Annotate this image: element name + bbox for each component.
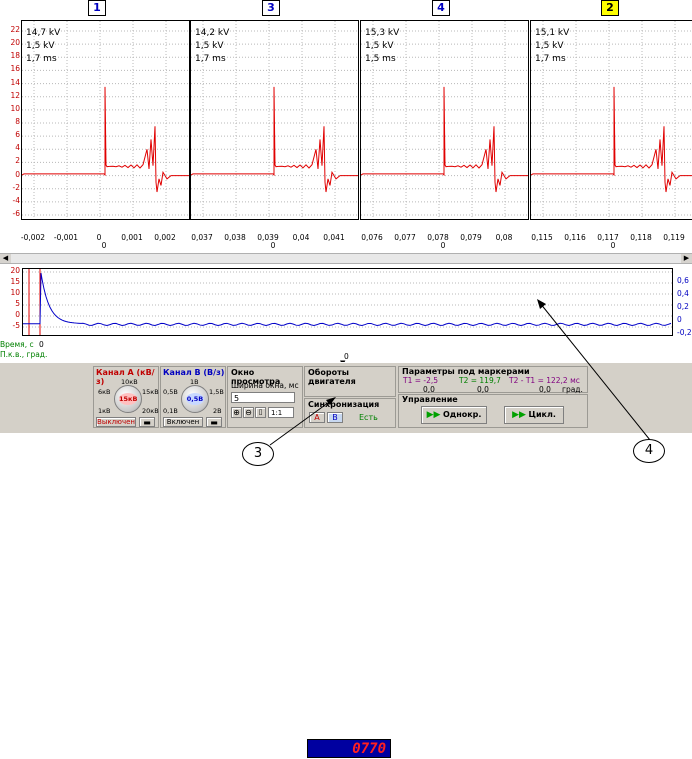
engine-rpm-display: 0770 (307, 739, 391, 758)
x-tick-label: 0,038 (224, 233, 246, 242)
x-zero-label: 0 (440, 241, 446, 250)
x-tick-label: 0,116 (564, 233, 586, 242)
x-tick-label: 0,076 (361, 233, 383, 242)
x-tick-label: 0,041 (323, 233, 345, 242)
x-tick-label: 0,037 (191, 233, 213, 242)
x-tick-label: -0,002 (20, 233, 46, 242)
x-tick-label: 0,04 (292, 233, 310, 242)
x-tick-label: 0,115 (531, 233, 553, 242)
x-tick-label: -0,001 (53, 233, 79, 242)
x-tick-label: 0,079 (460, 233, 482, 242)
x-tick-label: 0,077 (394, 233, 416, 242)
x-tick-label: 0,002 (154, 233, 176, 242)
callout-4: 4 (633, 439, 665, 463)
x-tick-label: 0,119 (663, 233, 685, 242)
x-zero-label: 0 (270, 241, 276, 250)
x-tick-label: 0,001 (121, 233, 143, 242)
x-tick-label: 0,118 (630, 233, 652, 242)
callout-3: 3 (242, 442, 274, 466)
x-tick-label: 0,08 (495, 233, 513, 242)
x-zero-label: 0 (101, 241, 107, 250)
x-zero-label: 0 (610, 241, 616, 250)
